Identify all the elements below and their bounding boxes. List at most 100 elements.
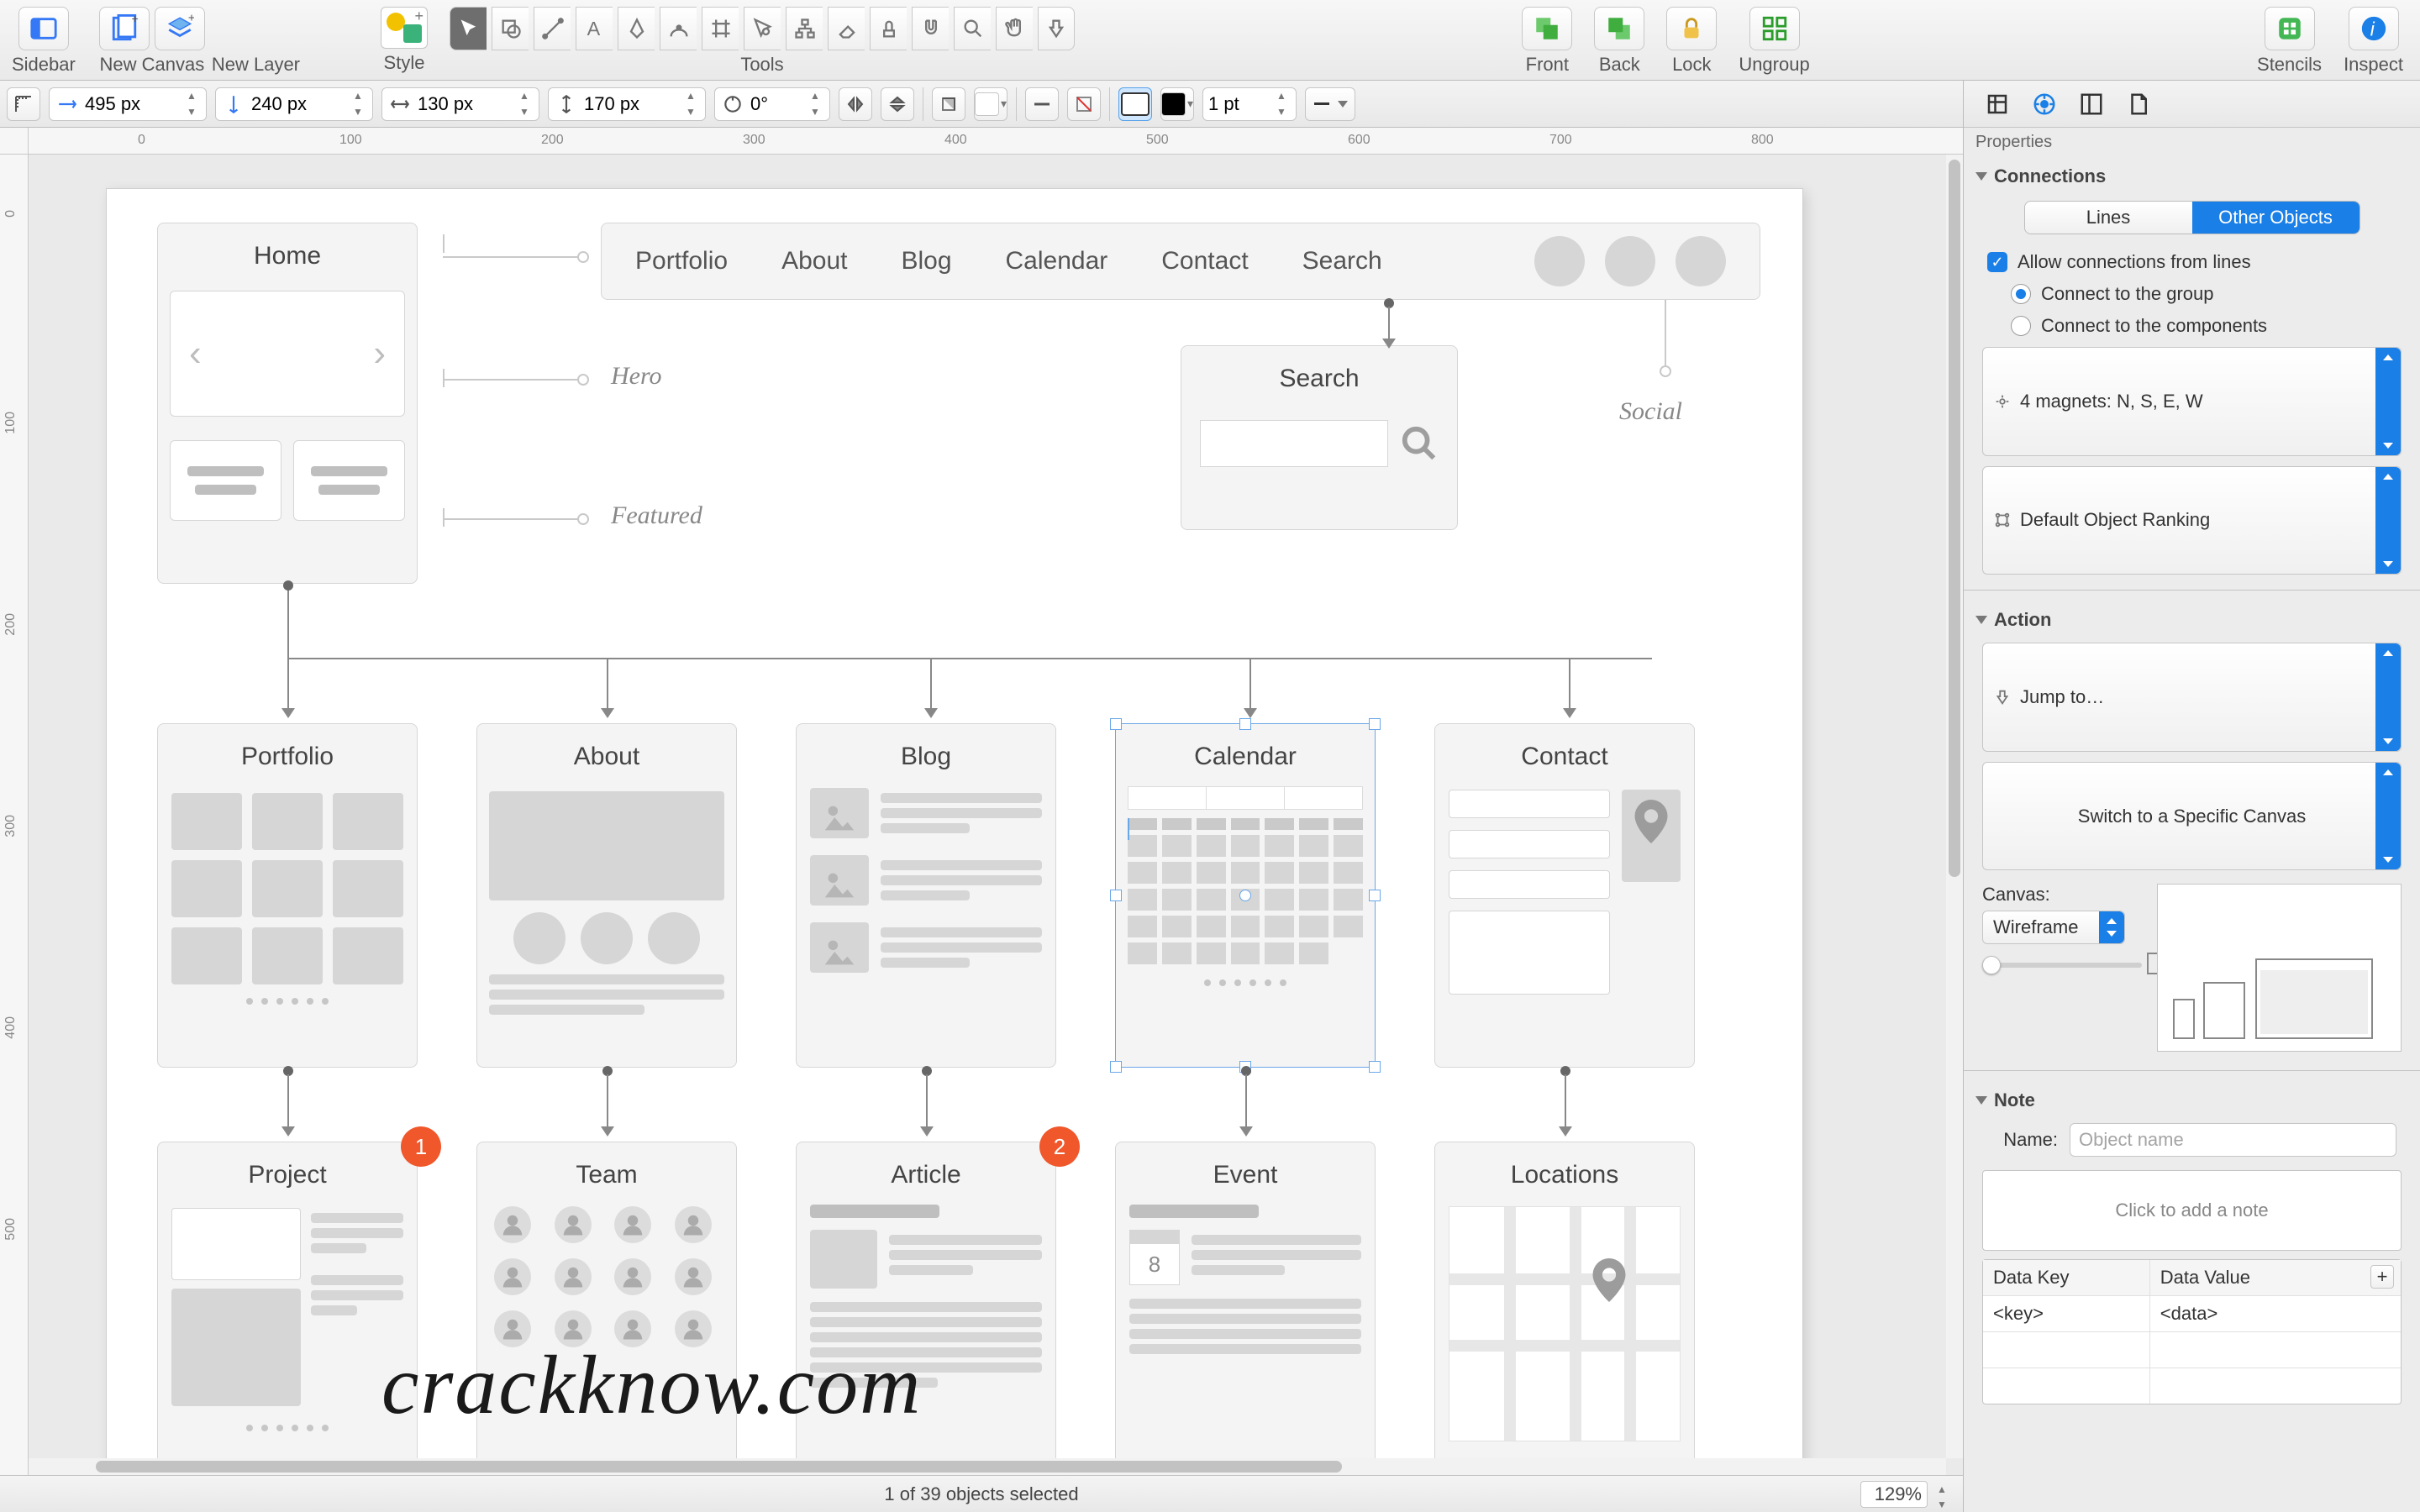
nav-search[interactable]: Search xyxy=(1302,247,1382,276)
magnets-menu[interactable]: 4 magnets: N, S, E, W xyxy=(1982,347,2402,456)
card-event[interactable]: Event 8 xyxy=(1115,1142,1376,1458)
sidebar-toggle-button[interactable] xyxy=(18,7,69,50)
bring-front-button[interactable] xyxy=(1522,7,1572,50)
social-dot-2[interactable] xyxy=(1605,236,1655,286)
style-swatch-button[interactable] xyxy=(381,7,428,49)
carousel-prev-icon[interactable]: ‹ xyxy=(189,333,202,375)
h-input[interactable] xyxy=(584,93,676,115)
tool-hand[interactable] xyxy=(996,7,1033,50)
carousel-next-icon[interactable]: › xyxy=(373,333,386,375)
note-name-input[interactable]: Object name xyxy=(2070,1123,2396,1157)
tool-action[interactable] xyxy=(1038,7,1075,50)
card-blog[interactable]: Blog xyxy=(796,723,1056,1068)
insp-tab-canvas[interactable] xyxy=(2075,87,2108,121)
zoom-slider[interactable] xyxy=(1982,963,2142,968)
new-canvas-button[interactable]: + xyxy=(99,7,150,50)
tool-eraser[interactable] xyxy=(828,7,865,50)
note-section[interactable]: Note xyxy=(1964,1081,2420,1118)
social-dot-1[interactable] xyxy=(1534,236,1585,286)
rot-input[interactable] xyxy=(750,93,801,115)
height-field[interactable]: ▲▼ xyxy=(548,87,706,121)
stroke-style-menu[interactable] xyxy=(1305,87,1355,121)
tool-point[interactable] xyxy=(660,7,697,50)
fill-style-button[interactable] xyxy=(932,87,965,121)
data-key-value-table[interactable]: Data KeyData Value+ <key><data> xyxy=(1982,1259,2402,1404)
search-icon[interactable] xyxy=(1400,424,1439,463)
flip-vertical-button[interactable] xyxy=(881,87,914,121)
y-input[interactable] xyxy=(251,93,344,115)
scrollbar-vertical[interactable] xyxy=(1946,155,1963,1458)
x-input[interactable] xyxy=(85,93,177,115)
social-dot-3[interactable] xyxy=(1676,236,1726,286)
card-team[interactable]: Team xyxy=(476,1142,737,1458)
connect-group-radio[interactable] xyxy=(2011,284,2031,304)
canvas-viewport[interactable]: Home ‹ › Portfolio About Blo xyxy=(29,155,1946,1458)
canvas-page[interactable]: Home ‹ › Portfolio About Blo xyxy=(106,188,1803,1458)
zoom-stepper[interactable]: ▲▼ xyxy=(1933,1482,1951,1507)
card-project[interactable]: Project xyxy=(157,1142,418,1458)
nav-bar[interactable]: Portfolio About Blog Calendar Contact Se… xyxy=(601,223,1760,300)
allow-connections-checkbox[interactable] xyxy=(1987,252,2007,272)
ruler-corner[interactable] xyxy=(0,128,29,155)
card-calendar[interactable]: Calendar xyxy=(1115,723,1376,1068)
stroke-enabled-button[interactable] xyxy=(1118,87,1152,121)
tool-select[interactable] xyxy=(450,7,487,50)
insp-tab-document[interactable] xyxy=(2122,87,2155,121)
stepper[interactable]: ▲▼ xyxy=(182,88,201,120)
tool-artboard[interactable] xyxy=(702,7,739,50)
seg-other-objects[interactable]: Other Objects xyxy=(2192,202,2360,234)
canvas-preview-thumbnail[interactable] xyxy=(2157,884,2402,1052)
stroke-width-field[interactable]: ▲▼ xyxy=(1202,87,1297,121)
tool-subsel[interactable] xyxy=(744,7,781,50)
rotation-field[interactable]: ▲▼ xyxy=(714,87,830,121)
stroke-color-button[interactable]: ▾ xyxy=(1160,87,1194,121)
stroke-input[interactable] xyxy=(1208,93,1267,115)
x-position-field[interactable]: ▲▼ xyxy=(49,87,207,121)
note-body[interactable]: Click to add a note xyxy=(1982,1170,2402,1251)
tool-hierarchy[interactable] xyxy=(786,7,823,50)
action-type-menu[interactable]: Jump to… xyxy=(1982,643,2402,752)
no-stroke-button[interactable] xyxy=(1067,87,1101,121)
stencils-button[interactable] xyxy=(2265,7,2315,50)
connections-segment[interactable]: Lines Other Objects xyxy=(2024,201,2360,234)
tool-magnet[interactable] xyxy=(912,7,949,50)
tool-line[interactable] xyxy=(534,7,571,50)
lock-button[interactable] xyxy=(1666,7,1717,50)
nav-contact[interactable]: Contact xyxy=(1161,247,1248,276)
ruler-origin-button[interactable] xyxy=(7,87,40,121)
w-input[interactable] xyxy=(418,93,510,115)
scrollbar-horizontal[interactable] xyxy=(29,1458,1946,1475)
connect-components-radio[interactable] xyxy=(2011,316,2031,336)
flip-horizontal-button[interactable] xyxy=(839,87,872,121)
card-contact[interactable]: Contact xyxy=(1434,723,1695,1068)
tool-pen[interactable] xyxy=(618,7,655,50)
tool-text[interactable]: A xyxy=(576,7,613,50)
canvas-name-menu[interactable]: Wireframe xyxy=(1982,911,2125,944)
card-search[interactable]: Search xyxy=(1181,345,1458,530)
card-article[interactable]: Article xyxy=(796,1142,1056,1458)
y-position-field[interactable]: ▲▼ xyxy=(215,87,373,121)
action-target-menu[interactable]: Switch to a Specific Canvas xyxy=(1982,762,2402,871)
kv-val-cell[interactable]: <data> xyxy=(2150,1296,2401,1331)
insp-tab-connections[interactable] xyxy=(2028,87,2061,121)
card-about[interactable]: About xyxy=(476,723,737,1068)
fill-color-button[interactable]: ▾ xyxy=(974,87,1007,121)
width-field[interactable]: ▲▼ xyxy=(381,87,539,121)
inspect-button[interactable]: i xyxy=(2349,7,2399,50)
new-layer-button[interactable]: + xyxy=(155,7,205,50)
card-home[interactable]: Home ‹ › xyxy=(157,223,418,584)
nav-calendar[interactable]: Calendar xyxy=(1006,247,1108,276)
ranking-menu[interactable]: Default Object Ranking xyxy=(1982,466,2402,575)
action-section[interactable]: Action xyxy=(1964,601,2420,638)
ruler-vertical[interactable]: 0 100 200 300 400 500 xyxy=(0,155,29,1475)
tool-shape[interactable] xyxy=(492,7,529,50)
ungroup-button[interactable] xyxy=(1749,7,1800,50)
connections-section[interactable]: Connections xyxy=(1964,157,2420,194)
nav-portfolio[interactable]: Portfolio xyxy=(635,247,728,276)
kv-key-cell[interactable]: <key> xyxy=(1983,1296,2150,1331)
send-back-button[interactable] xyxy=(1594,7,1644,50)
insp-tab-object[interactable] xyxy=(1981,87,2014,121)
tool-stamp[interactable] xyxy=(870,7,907,50)
tool-zoom[interactable] xyxy=(954,7,991,50)
zoom-field[interactable]: 129% xyxy=(1860,1481,1928,1508)
